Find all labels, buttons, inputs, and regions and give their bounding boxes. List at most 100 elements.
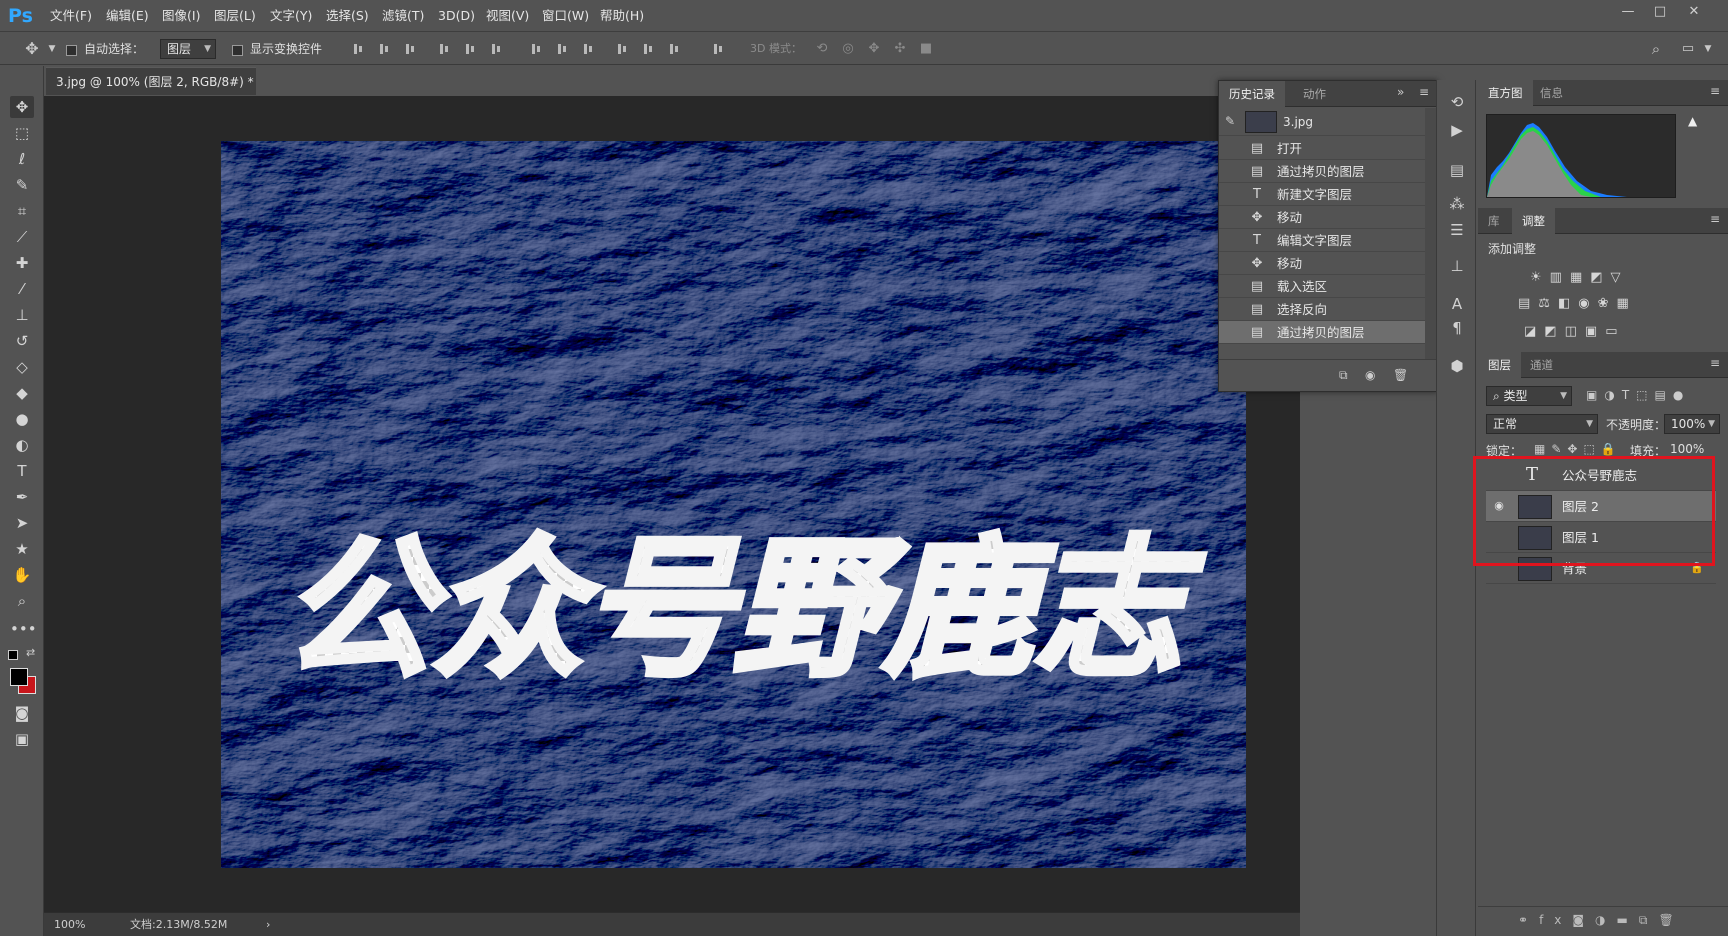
pen-tool-icon[interactable]: ✒ xyxy=(10,486,34,508)
character-panel-icon[interactable]: A xyxy=(1445,292,1469,316)
distribute-vcenter-icon[interactable] xyxy=(556,42,570,56)
collapse-panel-icon[interactable]: » xyxy=(1397,85,1404,99)
lock-all-icon[interactable]: 🔒 xyxy=(1601,442,1622,456)
auto-select-checkbox[interactable] xyxy=(66,43,77,57)
shape-tool-icon[interactable]: ★ xyxy=(10,538,34,560)
swap-colors-icon[interactable]: ⇄ xyxy=(26,646,35,659)
link-layers-icon[interactable]: ⚭ xyxy=(1518,913,1539,927)
align-left-icon[interactable] xyxy=(438,42,452,56)
selective-color-icon[interactable]: ▣ xyxy=(1585,324,1605,339)
search-icon[interactable]: ⌕ xyxy=(1648,41,1664,57)
eyedropper-tool-icon[interactable]: ⟋ xyxy=(10,226,34,248)
document-canvas[interactable]: 公众号野鹿志 xyxy=(221,141,1246,868)
3d-slide-icon[interactable]: ✣ xyxy=(892,41,908,57)
history-state-row[interactable]: ▤ 选择反向 xyxy=(1219,298,1425,321)
snapshot-camera-icon[interactable]: ◉ xyxy=(1365,368,1375,382)
black-white-icon[interactable]: ◧ xyxy=(1558,296,1578,311)
history-state-row[interactable]: ▤ 打开 xyxy=(1219,137,1425,160)
add-mask-icon[interactable]: ◙ xyxy=(1572,913,1595,927)
blend-mode-dropdown[interactable]: 正常 ▼ xyxy=(1486,414,1598,434)
clone-stamp-tool-icon[interactable]: ⊥ xyxy=(10,304,34,326)
menu-window[interactable]: 窗口(W) xyxy=(542,0,589,32)
tab-history[interactable]: 历史记录 xyxy=(1219,81,1285,107)
color-lookup-icon[interactable]: ▦ xyxy=(1617,296,1637,311)
chevron-down-icon[interactable]: ▼ xyxy=(44,41,60,57)
distribute-right-icon[interactable] xyxy=(668,42,682,56)
history-state-row[interactable]: ✥ 移动 xyxy=(1219,206,1425,229)
auto-align-icon[interactable] xyxy=(712,42,726,56)
exposure-icon[interactable]: ◩ xyxy=(1590,270,1610,285)
3d-rotate-icon[interactable]: ⟲ xyxy=(814,41,830,57)
show-transform-checkbox[interactable] xyxy=(232,43,243,57)
filter-toggle-icon[interactable]: ● xyxy=(1673,388,1690,402)
path-select-tool-icon[interactable]: ➤ xyxy=(10,512,34,534)
tab-info[interactable]: 信息 xyxy=(1530,80,1573,106)
move-tool-icon[interactable]: ✥ xyxy=(10,96,34,118)
blur-tool-icon[interactable]: ● xyxy=(10,408,34,430)
paint-bucket-tool-icon[interactable]: ◆ xyxy=(10,382,34,404)
history-state-row[interactable]: ▤ 通过拷贝的图层 xyxy=(1219,321,1425,344)
clone-source-icon[interactable]: ⊥ xyxy=(1445,254,1469,278)
levels-icon[interactable]: ▥ xyxy=(1550,270,1570,285)
status-menu-arrow-icon[interactable]: › xyxy=(266,913,270,936)
panel-menu-icon[interactable]: ≡ xyxy=(1710,212,1720,226)
more-tools-icon[interactable]: ••• xyxy=(10,618,37,640)
delete-layer-icon[interactable]: 🗑 xyxy=(1658,913,1684,927)
lock-transparent-icon[interactable]: ▦ xyxy=(1534,442,1551,456)
tab-histogram[interactable]: 直方图 xyxy=(1478,80,1533,106)
tab-library[interactable]: 库 xyxy=(1478,208,1510,234)
history-brush-source-icon[interactable]: ✎ xyxy=(1225,114,1235,128)
dodge-tool-icon[interactable]: ◐ xyxy=(10,434,34,456)
fill-value[interactable]: 100% xyxy=(1670,442,1704,456)
brush-tool-icon[interactable]: ⁄ xyxy=(10,278,34,300)
properties-icon[interactable]: ▤ xyxy=(1445,158,1469,182)
align-top-icon[interactable] xyxy=(352,42,366,56)
align-right-icon[interactable] xyxy=(490,42,504,56)
lock-artboard-icon[interactable]: ⬚ xyxy=(1583,442,1600,456)
type-tool-icon[interactable]: T xyxy=(10,460,34,482)
photo-filter-icon[interactable]: ◉ xyxy=(1578,296,1597,311)
history-snapshot[interactable]: ✎ 3.jpg xyxy=(1219,108,1425,136)
paragraph-panel-icon[interactable]: ¶ xyxy=(1445,316,1469,340)
menu-select[interactable]: 选择(S) xyxy=(326,0,369,32)
menu-file[interactable]: 文件(F) xyxy=(50,0,92,32)
delete-state-icon[interactable]: 🗑 xyxy=(1393,368,1408,382)
new-document-from-state-icon[interactable]: ⧉ xyxy=(1339,368,1348,383)
lock-paint-icon[interactable]: ✎ xyxy=(1551,442,1567,456)
threshold-icon[interactable]: ◫ xyxy=(1565,324,1585,339)
menu-3d[interactable]: 3D(D) xyxy=(438,0,475,32)
menu-help[interactable]: 帮助(H) xyxy=(600,0,644,32)
layer-filter-dropdown[interactable]: ⌕ 类型 ▼ xyxy=(1486,386,1572,406)
menu-edit[interactable]: 编辑(E) xyxy=(106,0,149,32)
default-colors-icon[interactable] xyxy=(8,650,18,660)
history-state-row[interactable]: ▤ 通过拷贝的图层 xyxy=(1219,160,1425,183)
pixel-filter-icon[interactable]: ▣ xyxy=(1586,388,1604,402)
3d-camera-icon[interactable]: ■ xyxy=(918,41,934,57)
shape-filter-icon[interactable]: ⬚ xyxy=(1636,388,1654,402)
3d-drag-icon[interactable]: ✥ xyxy=(866,41,882,57)
foreground-color-swatch[interactable] xyxy=(10,668,28,686)
auto-select-dropdown[interactable]: 图层 ▼ xyxy=(160,39,216,59)
history-state-row[interactable]: ✥ 移动 xyxy=(1219,252,1425,275)
zoom-level[interactable]: 100% xyxy=(54,913,85,936)
lasso-tool-icon[interactable]: ℓ xyxy=(10,148,34,170)
brush-settings-icon[interactable]: ⁂ xyxy=(1445,192,1469,216)
adjustment-filter-icon[interactable]: ◑ xyxy=(1604,388,1621,402)
new-adjustment-icon[interactable]: ◑ xyxy=(1595,913,1616,927)
align-bottom-icon[interactable] xyxy=(404,42,418,56)
document-tab[interactable]: 3.jpg @ 100% (图层 2, RGB/8#) * × xyxy=(46,67,256,117)
hue-saturation-icon[interactable]: ▤ xyxy=(1518,296,1538,311)
distribute-left-icon[interactable] xyxy=(616,42,630,56)
maximize-button[interactable]: □ xyxy=(1644,2,1676,22)
tab-layers[interactable]: 图层 xyxy=(1478,352,1521,378)
history-brush-tool-icon[interactable]: ↺ xyxy=(10,330,34,352)
history-panel-icon[interactable]: ⟲ xyxy=(1445,90,1469,114)
history-state-row[interactable]: T 编辑文字图层 xyxy=(1219,229,1425,252)
menu-filter[interactable]: 滤镜(T) xyxy=(382,0,424,32)
adjust-sliders-icon[interactable]: ☰ xyxy=(1445,218,1469,242)
quick-select-tool-icon[interactable]: ✎ xyxy=(10,174,34,196)
3d-panel-icon[interactable]: ⬢ xyxy=(1445,354,1469,378)
crop-tool-icon[interactable]: ⌗ xyxy=(10,200,34,222)
workspace-icon[interactable]: ▭ xyxy=(1680,41,1696,57)
healing-brush-tool-icon[interactable]: ✚ xyxy=(10,252,34,274)
